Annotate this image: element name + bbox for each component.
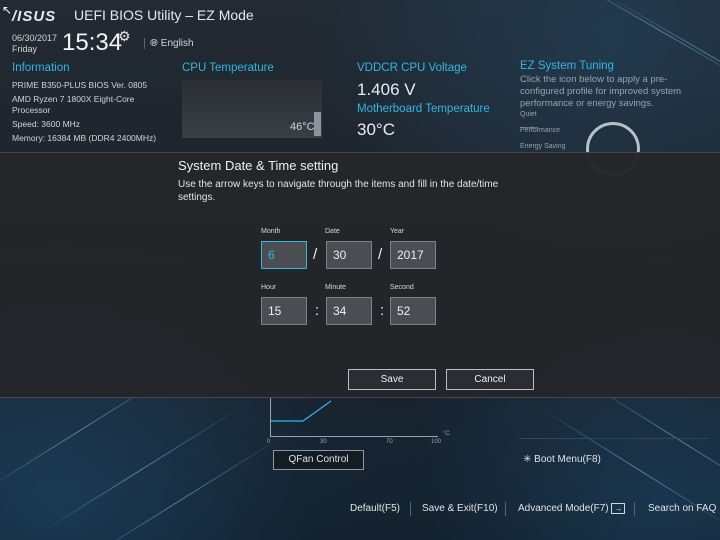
- boot-menu-button[interactable]: ✳︎ Boot Menu(F8): [523, 454, 601, 465]
- qfan-tick-70: 70: [386, 439, 393, 445]
- advanced-mode-label: Advanced Mode(F7): [518, 503, 609, 514]
- mouse-cursor-icon: ↖: [2, 3, 13, 17]
- hour-field[interactable]: 15: [261, 297, 307, 325]
- information-details: PRIME B350-PLUS BIOS Ver. 0805 AMD Ryzen…: [12, 80, 156, 144]
- cancel-button[interactable]: Cancel: [446, 369, 534, 390]
- mb-temperature-value: 30°C: [357, 120, 395, 139]
- qfan-tick-0: 0: [267, 439, 271, 445]
- date-separator: /: [378, 246, 383, 263]
- voltage-title: VDDCR CPU Voltage: [357, 62, 467, 74]
- bottom-separator: [634, 502, 635, 516]
- search-faq-button[interactable]: Search on FAQ: [648, 503, 716, 514]
- bottom-separator: [410, 502, 411, 516]
- cpu-speed: Speed: 3600 MHz: [12, 119, 81, 129]
- boot-menu-icon: ✳︎: [523, 454, 532, 465]
- save-exit-button[interactable]: Save & Exit(F10): [422, 503, 498, 514]
- cpu-temperature-value: 46°C: [290, 121, 315, 133]
- time-display[interactable]: 15:34: [62, 29, 122, 57]
- time-separator: :: [380, 302, 385, 319]
- cpu-temperature-bar: [314, 112, 321, 136]
- cpu-temperature-title: CPU Temperature: [182, 62, 274, 74]
- year-field[interactable]: 2017: [390, 241, 436, 269]
- ez-tuning-title: EZ System Tuning: [520, 60, 614, 72]
- voltage-value: 1.406 V: [357, 80, 416, 99]
- weekday-value: Friday: [12, 44, 38, 54]
- asus-logo: /ISUS: [12, 8, 57, 25]
- date-separator: /: [313, 246, 318, 263]
- ez-tuning-description: Click the icon below to apply a pre-conf…: [520, 74, 682, 109]
- second-field[interactable]: 52: [390, 297, 436, 325]
- boot-menu-label: Boot Menu(F8): [534, 454, 601, 465]
- qfan-unit: °C: [443, 431, 450, 437]
- boot-divider: [519, 438, 709, 439]
- memory-info: Memory: 16384 MB (DDR4 2400MHz): [12, 133, 157, 143]
- ez-option-quiet[interactable]: Quiet: [520, 111, 537, 118]
- save-button[interactable]: Save: [348, 369, 436, 390]
- board-info: PRIME B350-PLUS BIOS Ver. 0805: [12, 80, 148, 90]
- month-field[interactable]: 6: [261, 241, 307, 269]
- mb-temperature-title: Motherboard Temperature: [357, 103, 490, 115]
- time-separator: :: [315, 302, 320, 319]
- advanced-mode-button[interactable]: Advanced Mode(F7) →: [518, 503, 626, 514]
- year-label: Year: [390, 228, 405, 235]
- default-button[interactable]: Default(F5): [350, 503, 400, 514]
- language-selector[interactable]: 🌐︎ English: [144, 38, 194, 49]
- globe-icon: 🌐︎: [150, 38, 158, 49]
- hour-label: Hour: [261, 284, 277, 291]
- language-label: English: [160, 38, 194, 49]
- second-label: Second: [390, 284, 414, 291]
- app-title: UEFI BIOS Utility – EZ Mode: [74, 7, 254, 23]
- cpu-name-line2: Processor: [12, 105, 51, 115]
- qfan-tick-30: 30: [320, 439, 327, 445]
- qfan-tick-100: 100: [431, 439, 442, 445]
- header: ↖ /ISUS UEFI BIOS Utility – EZ Mode 06/3…: [0, 0, 720, 60]
- ez-option-energy-saving[interactable]: Energy Saving: [520, 143, 566, 150]
- date-field[interactable]: 30: [326, 241, 372, 269]
- minute-field[interactable]: 34: [326, 297, 372, 325]
- date-time-dialog: System Date & Time setting Use the arrow…: [0, 152, 720, 398]
- information-title: Information: [12, 62, 70, 74]
- bottom-separator: [505, 502, 506, 516]
- ez-option-performance[interactable]: Performance: [520, 127, 560, 134]
- qfan-control-button[interactable]: QFan Control: [273, 450, 364, 470]
- date-value: 06/30/2017: [12, 33, 58, 43]
- dialog-description: Use the arrow keys to navigate through t…: [178, 179, 499, 203]
- minute-label: Minute: [325, 284, 347, 291]
- cpu-name-line1: AMD Ryzen 7 1800X Eight-Core: [12, 94, 135, 104]
- bottom-bar: Default(F5) Save & Exit(F10) Advanced Mo…: [0, 496, 720, 522]
- date-label: Date: [325, 228, 340, 235]
- date-display[interactable]: 06/30/2017 Friday: [12, 33, 57, 55]
- month-label: Month: [261, 228, 281, 235]
- dialog-title: System Date & Time setting: [178, 158, 339, 173]
- qfan-curve: [271, 400, 332, 422]
- gear-icon[interactable]: ⚙: [118, 28, 131, 45]
- qfan-chart: [270, 397, 438, 437]
- advanced-mode-icon: →: [611, 503, 626, 514]
